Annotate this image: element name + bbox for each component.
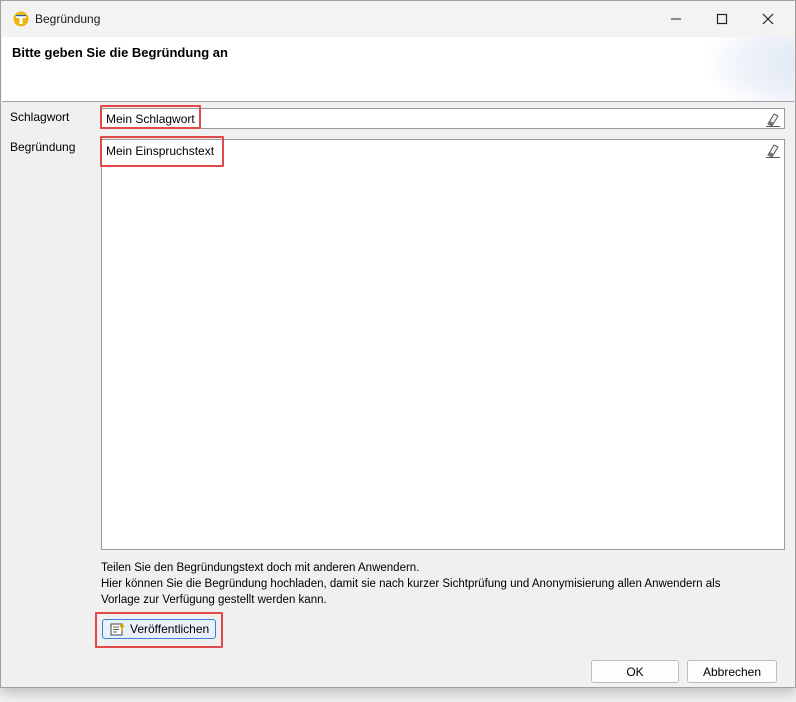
reason-highlight bbox=[100, 136, 224, 167]
minimize-button[interactable] bbox=[653, 1, 699, 37]
header-panel: Bitte geben Sie die Begründung an bbox=[2, 37, 794, 101]
minimize-icon bbox=[671, 18, 681, 20]
header-decoration bbox=[704, 37, 794, 101]
keyword-input[interactable]: Mein Schlagwort bbox=[101, 108, 785, 129]
maximize-icon bbox=[716, 13, 728, 25]
header-divider bbox=[2, 101, 794, 102]
header-title: Bitte geben Sie die Begründung an bbox=[12, 45, 228, 60]
info-line: Hier können Sie die Begründung hochladen… bbox=[101, 578, 721, 590]
publish-highlight bbox=[95, 612, 223, 648]
close-button[interactable] bbox=[745, 1, 791, 37]
keyword-label: Schlagwort bbox=[10, 110, 70, 124]
cancel-button[interactable]: Abbrechen bbox=[687, 660, 777, 683]
app-logo-icon bbox=[13, 11, 29, 27]
share-info-text: Teilen Sie den Begründungstext doch mit … bbox=[101, 560, 781, 608]
maximize-button[interactable] bbox=[699, 1, 745, 37]
info-line: Teilen Sie den Begründungstext doch mit … bbox=[101, 562, 420, 574]
reason-textarea[interactable]: Mein Einspruchstext bbox=[101, 139, 785, 550]
ok-button[interactable]: OK bbox=[591, 660, 679, 683]
eraser-icon[interactable] bbox=[765, 142, 781, 158]
eraser-icon[interactable] bbox=[765, 111, 781, 127]
reason-label: Begründung bbox=[10, 140, 76, 154]
title-bar[interactable]: Begründung bbox=[1, 1, 795, 37]
close-icon bbox=[762, 13, 774, 25]
window-title: Begründung bbox=[35, 12, 101, 26]
info-line: Vorlage zur Verfügung gestellt werden ka… bbox=[101, 594, 327, 606]
justification-dialog: Begründung Bitte geben Sie die Begründun… bbox=[0, 0, 796, 688]
keyword-highlight bbox=[100, 105, 201, 129]
